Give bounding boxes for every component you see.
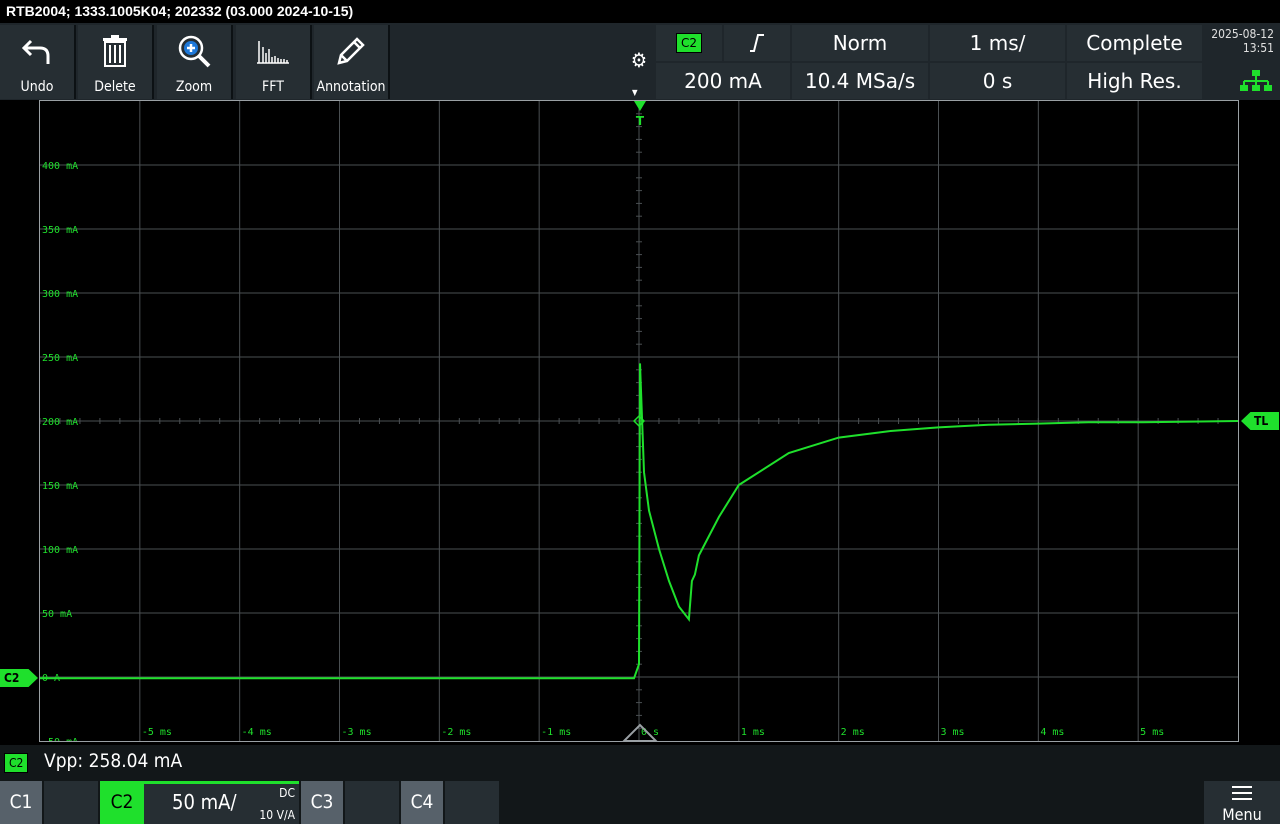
zoom-icon <box>157 31 231 71</box>
undo-label: Undo <box>20 79 54 95</box>
zoom-label: Zoom <box>175 79 213 95</box>
y-tick-label: 250 mA <box>42 353 78 364</box>
channel-c1[interactable]: C1 <box>0 781 98 824</box>
pencil-icon <box>314 31 388 71</box>
channel-c4[interactable]: C4 <box>401 781 499 824</box>
x-tick-label: -3 ms <box>342 727 372 738</box>
menu-button[interactable]: Menu <box>1204 781 1280 824</box>
trigger-position-icon <box>621 723 659 743</box>
y-tick-label: 400 mA <box>42 161 78 172</box>
trigger-mode[interactable]: Norm <box>792 25 928 61</box>
time-text: 13:51 <box>1242 41 1274 55</box>
channel-c3-label: C3 <box>301 781 343 824</box>
y-tick-label: 350 mA <box>42 225 78 236</box>
network-icon <box>1240 70 1272 96</box>
trigger-source[interactable]: C2 <box>656 25 722 61</box>
channel-c4-body <box>445 781 499 824</box>
channel-c2-probe: 10 V/A <box>259 808 295 822</box>
channel-c1-label: C1 <box>0 781 42 824</box>
date-text: 2025-08-12 <box>1211 27 1274 41</box>
x-tick-label: -4 ms <box>242 727 272 738</box>
datetime: 2025-08-12 13:51 <box>1211 27 1274 55</box>
channel-c2-body: 50 mA/ DC 10 V/A <box>144 781 299 824</box>
channel-bar: C1 C2 50 mA/ DC 10 V/A C3 C4 <box>0 781 1280 824</box>
waveform-svg: 400 mA 350 mA 300 mA 250 mA 200 mA 150 mA 100 … <box>40 101 1238 741</box>
acquisition-state[interactable]: Complete <box>1067 25 1202 61</box>
c2-trace <box>40 363 1238 680</box>
x-tick-label: 3 ms <box>941 727 965 738</box>
annotation-button[interactable]: Annotation <box>314 25 390 99</box>
channel-c1-body <box>44 781 98 824</box>
trigger-source-tag: C2 <box>675 33 702 53</box>
trigger-slope[interactable] <box>724 25 790 61</box>
x-tick-label: 2 ms <box>841 727 865 738</box>
delete-button[interactable]: Delete <box>78 25 154 99</box>
trigger-level-value[interactable]: 200 mA <box>656 63 790 99</box>
c2-offset-marker[interactable]: C2 <box>0 669 38 687</box>
measurement-value[interactable]: Vpp: 258.04 mA <box>44 750 182 772</box>
x-tick-label: -5 ms <box>142 727 172 738</box>
annotation-label: Annotation <box>316 79 386 95</box>
timebase[interactable]: 1 ms/ <box>930 25 1065 61</box>
x-tick-label: -1 ms <box>541 727 571 738</box>
svg-text:T: T <box>636 114 645 127</box>
fft-button[interactable]: FFT <box>236 25 312 99</box>
acquisition-mode[interactable]: High Res. <box>1067 63 1202 99</box>
horizontal-offset[interactable]: 0 s <box>930 63 1065 99</box>
menu-label: Menu <box>1222 805 1262 824</box>
channel-c4-label: C4 <box>401 781 443 824</box>
waveform-display[interactable]: 400 mA 350 mA 300 mA 250 mA 200 mA 150 mA 100 … <box>39 100 1239 742</box>
undo-icon <box>0 31 74 71</box>
y-tick-label: 50 mA <box>42 609 72 620</box>
y-tick-label: 300 mA <box>42 289 78 300</box>
y-tick-label: -50 mA <box>42 737 78 741</box>
y-tick-label: 150 mA <box>42 481 78 492</box>
fft-icon <box>236 31 310 71</box>
x-tick-label: -2 ms <box>441 727 471 738</box>
zoom-button[interactable]: Zoom <box>157 25 233 99</box>
settings-gear-icon[interactable]: ⚙ <box>624 48 654 78</box>
hamburger-icon <box>1232 786 1252 800</box>
x-tick-label: 5 ms <box>1140 727 1164 738</box>
x-tick-label: 1 ms <box>741 727 765 738</box>
undo-button[interactable]: Undo <box>0 25 76 99</box>
sample-rate[interactable]: 10.4 MSa/s <box>792 63 928 99</box>
title-bar: RTB2004; 1333.1005K04; 202332 (03.000 20… <box>0 0 1280 23</box>
x-tick-label: 4 ms <box>1040 727 1064 738</box>
y-tick-label: 200 mA <box>42 417 78 428</box>
channel-c3[interactable]: C3 <box>301 781 399 824</box>
y-axis-labels: 400 mA 350 mA 300 mA 250 mA 200 mA 150 mA 100 … <box>42 161 78 741</box>
trigger-position-marker[interactable]: T <box>633 101 647 128</box>
y-tick-label: 100 mA <box>42 545 78 556</box>
rising-edge-icon <box>750 34 764 52</box>
trash-icon <box>78 31 152 71</box>
channel-c2-coupling: DC <box>279 786 295 800</box>
fft-label: FFT <box>262 79 284 95</box>
measurement-bar: C2 Vpp: 258.04 mA <box>0 745 1280 781</box>
channel-c2[interactable]: C2 50 mA/ DC 10 V/A <box>100 781 299 824</box>
trigger-level-marker[interactable]: TL <box>1241 412 1279 430</box>
delete-label: Delete <box>94 79 136 95</box>
channel-c2-label: C2 <box>100 781 144 824</box>
chevron-down-icon[interactable]: ▼ <box>632 88 638 97</box>
channel-c3-body <box>345 781 399 824</box>
measurement-channel-tag: C2 <box>4 753 29 773</box>
channel-c2-scale: 50 mA/ <box>172 790 237 814</box>
